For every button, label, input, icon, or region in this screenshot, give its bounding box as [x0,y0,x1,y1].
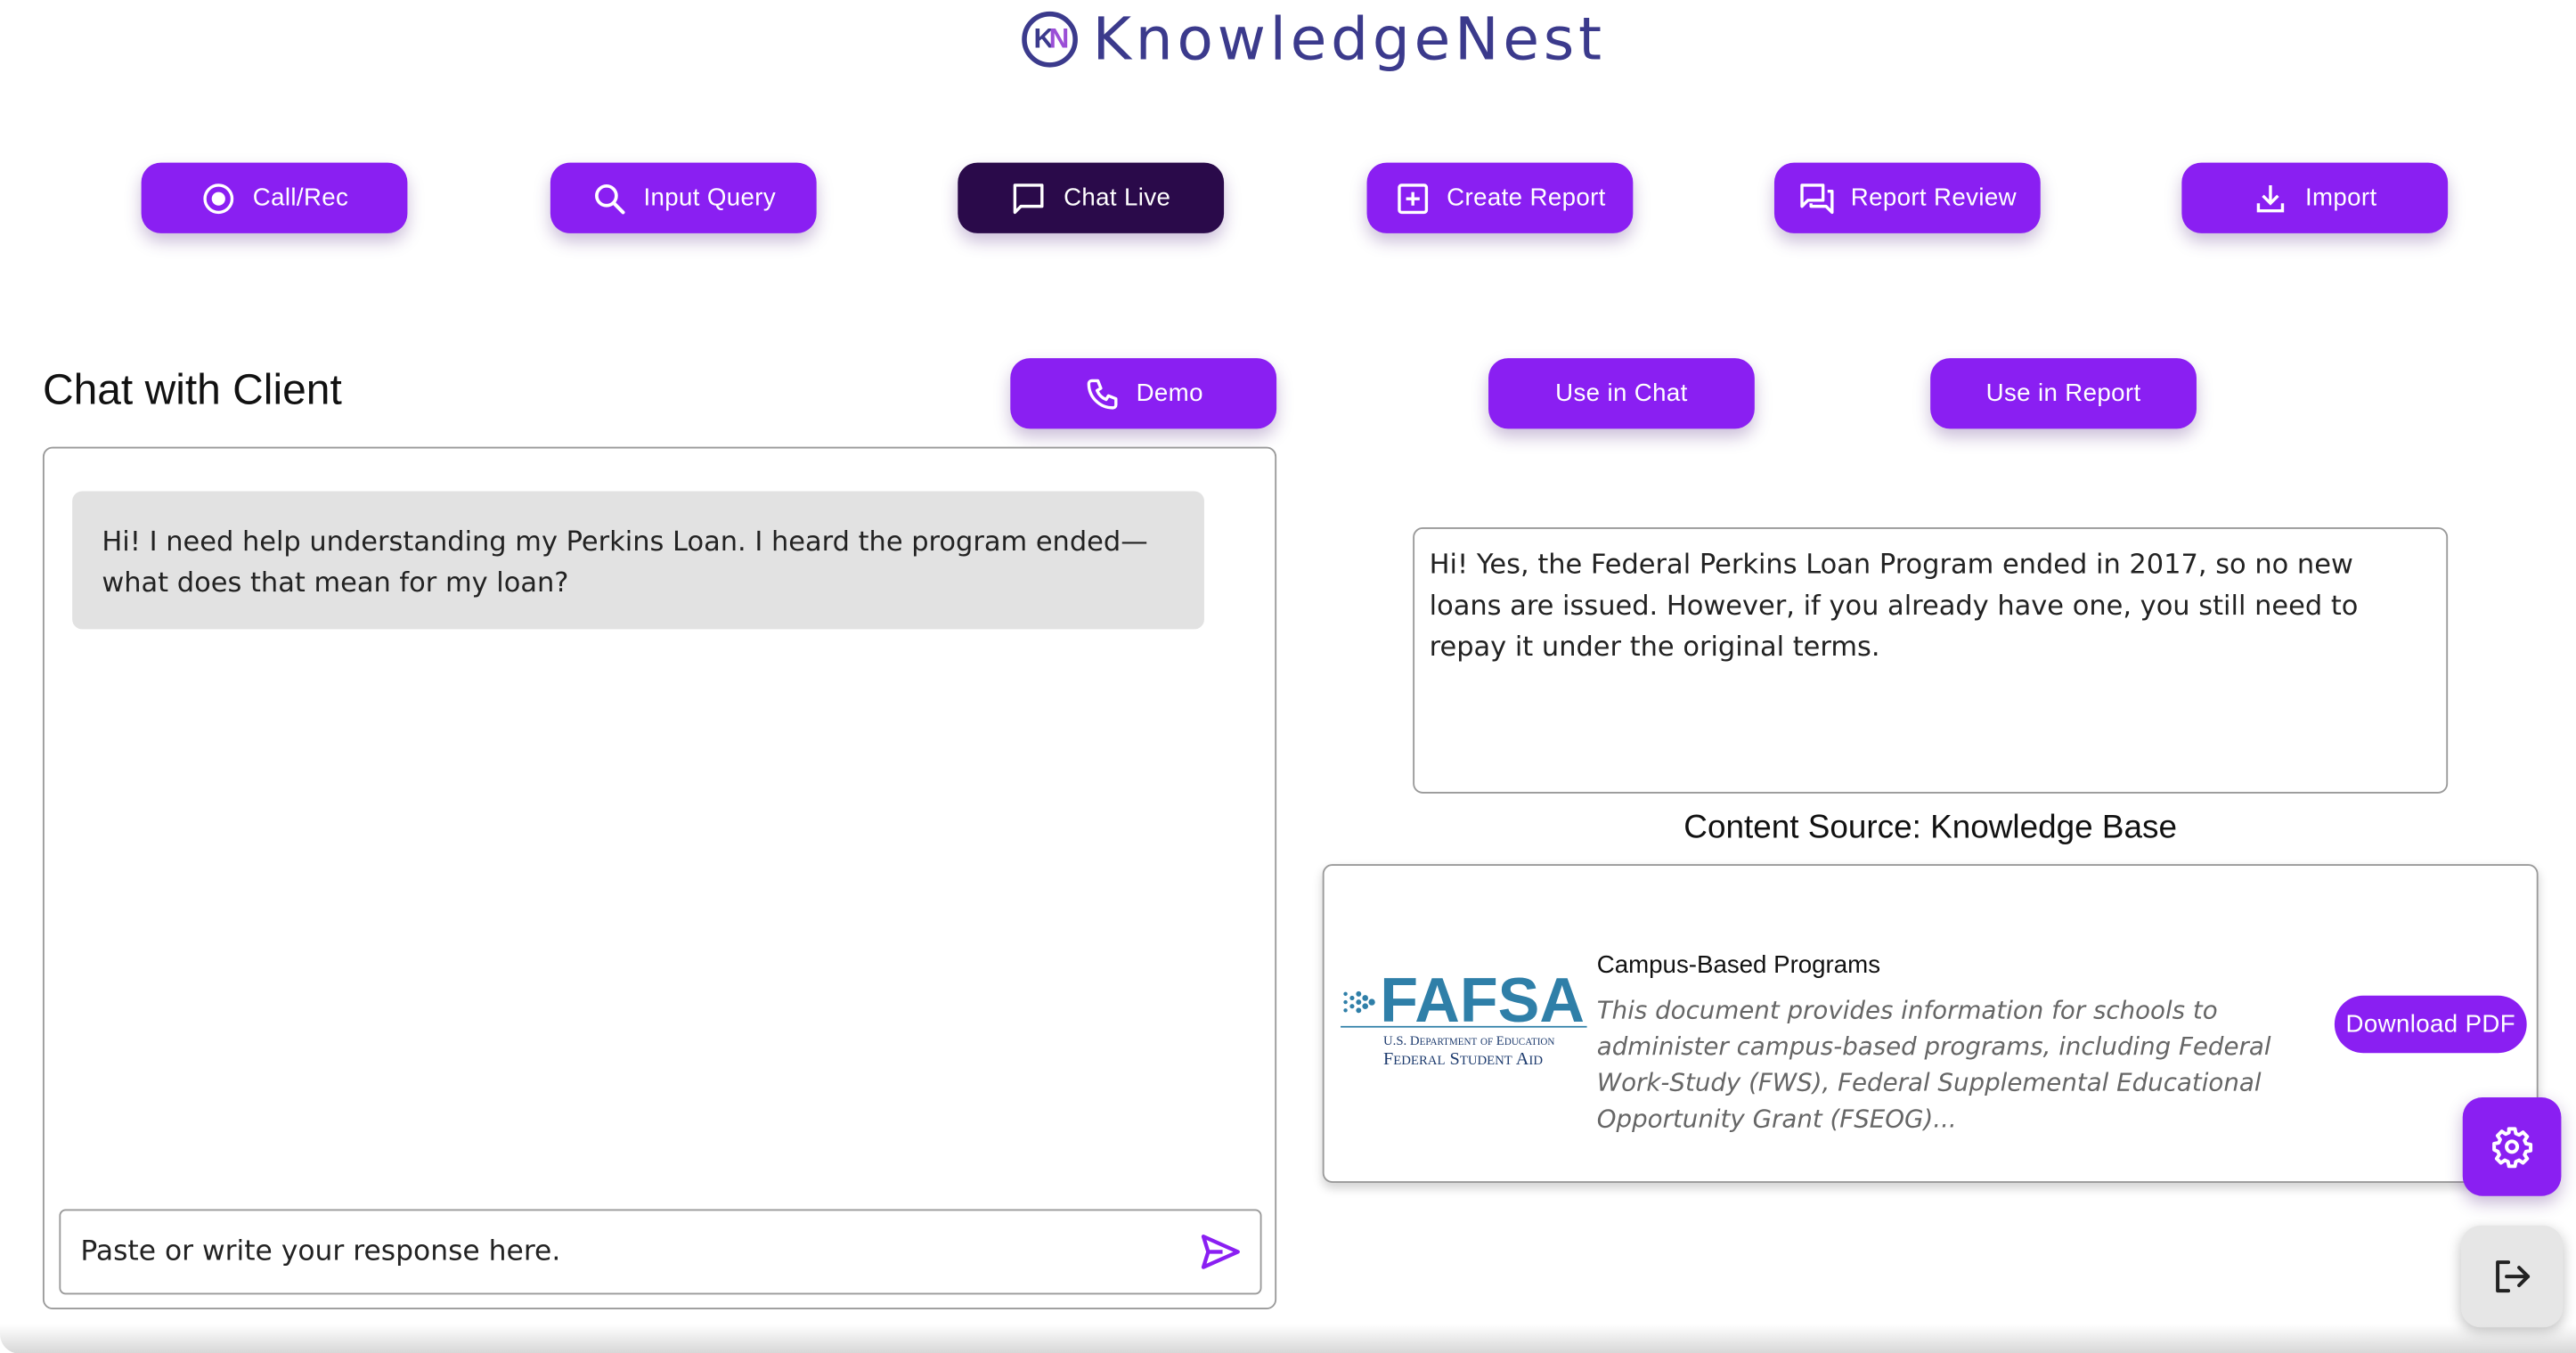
download-icon [2253,180,2289,216]
logo-initial-k: K [1033,22,1055,54]
record-icon [200,180,237,216]
download-pdf-label: Download PDF [2345,1010,2516,1039]
fafsa-logo-word: FAFSA [1380,967,1586,1037]
client-message-bubble: Hi! I need help understanding my Perkins… [72,491,1204,630]
chat-response-input-box[interactable] [59,1209,1262,1295]
use-in-report-label: Use in Report [1985,379,2141,408]
app-logo: KN KnowledgeNest [1022,4,1605,76]
nav-call-rec-label: Call/Rec [252,183,349,212]
content-source-heading: Content Source: Knowledge Base [1683,810,2178,846]
use-in-chat-label: Use in Chat [1555,379,1688,408]
send-icon[interactable] [1198,1229,1244,1276]
nav-call-rec-button[interactable]: Call/Rec [141,162,408,233]
demo-button[interactable]: Demo [1010,358,1277,429]
logout-icon [2496,1260,2531,1293]
nav-create-report-button[interactable]: Create Report [1366,162,1634,233]
source-document-title: Campus-Based Programs [1596,950,1881,980]
knowledgenest-logo-icon: KN [1022,11,1078,68]
nav-chat-live-button[interactable]: Chat Live [958,162,1225,233]
nav-report-review-label: Report Review [1850,183,2017,212]
plus-box-icon [1394,180,1431,216]
nav-create-report-label: Create Report [1447,183,1606,212]
gear-icon [2492,1127,2533,1169]
search-icon [591,180,627,216]
bottom-edge-shadow [0,1324,2576,1353]
logo-initial-n: N [1048,22,1070,54]
download-pdf-button[interactable]: Download PDF [2334,995,2527,1054]
phone-icon [1084,375,1121,412]
fafsa-logo: FAFSA U.S. Department of Education Feder… [1341,967,1587,1076]
chat-response-input[interactable] [61,1209,1198,1295]
use-in-report-button[interactable]: Use in Report [1930,358,2197,429]
settings-button[interactable] [2462,1097,2562,1196]
nav-input-query-button[interactable]: Input Query [550,162,817,233]
chat-bubble-icon [1011,180,1048,216]
nav-import-label: Import [2304,183,2377,212]
demo-label: Demo [1136,379,1203,408]
chat-section-title: Chat with Client [42,364,342,414]
forum-icon [1798,180,1835,216]
source-document-description: This document provides information for s… [1596,995,2271,1134]
nav-input-query-label: Input Query [643,183,777,212]
nav-chat-live-label: Chat Live [1064,183,1171,212]
fafsa-logo-line1: U.S. Department of Education [1382,1033,1555,1048]
use-in-chat-button[interactable]: Use in Chat [1488,358,1755,429]
nav-import-button[interactable]: Import [2181,162,2449,233]
suggested-response-box[interactable]: Hi! Yes, the Federal Perkins Loan Progra… [1413,527,2449,794]
fafsa-logo-line2: Federal Student Aid [1382,1049,1544,1070]
logout-button[interactable] [2460,1225,2564,1328]
app-name: KnowledgeNest [1092,5,1606,74]
nav-report-review-button[interactable]: Report Review [1773,162,2041,233]
